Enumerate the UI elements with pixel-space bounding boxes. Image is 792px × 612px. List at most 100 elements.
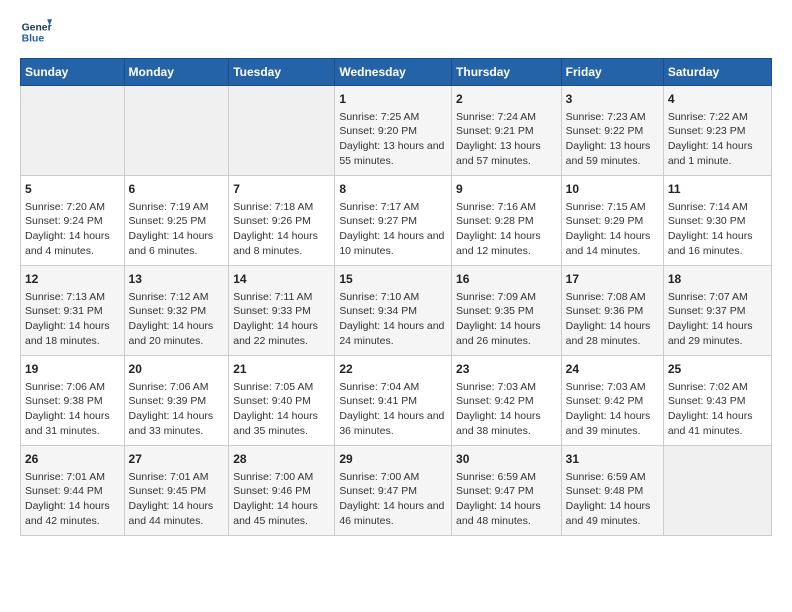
calendar-cell: 5Sunrise: 7:20 AM Sunset: 9:24 PM Daylig… [21, 176, 125, 266]
day-info: Sunrise: 7:25 AM Sunset: 9:20 PM Dayligh… [339, 110, 447, 169]
calendar-cell: 22 Sunrise: 7:04 AM Sunset: 9:41 PM Dayli… [335, 356, 452, 446]
day-info: Sunrise: 7:22 AM Sunset: 9:23 PM Dayligh… [668, 110, 767, 169]
day-info: Sunrise: 7:06 AM Sunset: 9:39 PM Dayligh… [129, 380, 225, 439]
calendar-cell: 4Sunrise: 7:22 AM Sunset: 9:23 PM Daylig… [663, 86, 771, 176]
day-number: 21 [233, 361, 330, 378]
day-number: 11 [668, 181, 767, 198]
calendar-cell: 2 Sunrise: 7:24 AM Sunset: 9:21 PM Daylig… [452, 86, 562, 176]
day-info: Sunrise: 7:17 AM Sunset: 9:27 PM Dayligh… [339, 200, 447, 259]
day-info: Sunrise: 7:02 AM Sunset: 9:43 PM Dayligh… [668, 380, 767, 439]
day-info: Sunrise: 7:13 AM Sunset: 9:31 PM Dayligh… [25, 290, 120, 349]
calendar-cell: 12 Sunrise: 7:13 AM Sunset: 9:31 PM Dayli… [21, 266, 125, 356]
calendar-cell: 31 Sunrise: 6:59 AM Sunset: 9:48 PM Dayli… [561, 446, 663, 536]
calendar-cell: 30 Sunrise: 6:59 AM Sunset: 9:47 PM Dayli… [452, 446, 562, 536]
day-number: 29 [339, 451, 447, 468]
day-number: 27 [129, 451, 225, 468]
day-number: 22 [339, 361, 447, 378]
day-number: 5 [25, 181, 120, 198]
day-info: Sunrise: 7:01 AM Sunset: 9:44 PM Dayligh… [25, 470, 120, 529]
calendar-cell: 29 Sunrise: 7:00 AM Sunset: 9:47 PM Dayli… [335, 446, 452, 536]
day-info: Sunrise: 6:59 AM Sunset: 9:47 PM Dayligh… [456, 470, 557, 529]
calendar-cell [124, 86, 229, 176]
calendar-cell: 8Sunrise: 7:17 AM Sunset: 9:27 PM Daylig… [335, 176, 452, 266]
day-number: 9 [456, 181, 557, 198]
calendar-cell: 23 Sunrise: 7:03 AM Sunset: 9:42 PM Dayli… [452, 356, 562, 446]
svg-text:General: General [22, 22, 52, 33]
day-info: Sunrise: 6:59 AM Sunset: 9:48 PM Dayligh… [566, 470, 659, 529]
calendar-cell: 18 Sunrise: 7:07 AM Sunset: 9:37 PM Dayli… [663, 266, 771, 356]
day-number: 2 [456, 91, 557, 108]
calendar-cell [229, 86, 335, 176]
day-info: Sunrise: 7:12 AM Sunset: 9:32 PM Dayligh… [129, 290, 225, 349]
calendar-cell: 17Sunrise: 7:08 AM Sunset: 9:36 PM Dayli… [561, 266, 663, 356]
day-info: Sunrise: 7:04 AM Sunset: 9:41 PM Dayligh… [339, 380, 447, 439]
day-number: 14 [233, 271, 330, 288]
header-tuesday: Tuesday [229, 59, 335, 86]
calendar-cell: 6 Sunrise: 7:19 AM Sunset: 9:25 PM Daylig… [124, 176, 229, 266]
week-row-3: 12 Sunrise: 7:13 AM Sunset: 9:31 PM Dayli… [21, 266, 772, 356]
day-info: Sunrise: 7:03 AM Sunset: 9:42 PM Dayligh… [456, 380, 557, 439]
calendar-cell: 9 Sunrise: 7:16 AM Sunset: 9:28 PM Daylig… [452, 176, 562, 266]
calendar-cell: 7Sunrise: 7:18 AM Sunset: 9:26 PM Daylig… [229, 176, 335, 266]
day-info: Sunrise: 7:00 AM Sunset: 9:47 PM Dayligh… [339, 470, 447, 529]
day-number: 16 [456, 271, 557, 288]
calendar-cell: 25Sunrise: 7:02 AM Sunset: 9:43 PM Dayli… [663, 356, 771, 446]
header-wednesday: Wednesday [335, 59, 452, 86]
day-number: 30 [456, 451, 557, 468]
day-info: Sunrise: 7:11 AM Sunset: 9:33 PM Dayligh… [233, 290, 330, 349]
calendar-cell: 26Sunrise: 7:01 AM Sunset: 9:44 PM Dayli… [21, 446, 125, 536]
day-info: Sunrise: 7:07 AM Sunset: 9:37 PM Dayligh… [668, 290, 767, 349]
day-info: Sunrise: 7:19 AM Sunset: 9:25 PM Dayligh… [129, 200, 225, 259]
calendar-cell: 10 Sunrise: 7:15 AM Sunset: 9:29 PM Dayli… [561, 176, 663, 266]
week-row-5: 26Sunrise: 7:01 AM Sunset: 9:44 PM Dayli… [21, 446, 772, 536]
day-number: 13 [129, 271, 225, 288]
day-number: 10 [566, 181, 659, 198]
calendar-table: SundayMondayTuesdayWednesdayThursdayFrid… [20, 58, 772, 536]
calendar-cell: 28 Sunrise: 7:00 AM Sunset: 9:46 PM Dayli… [229, 446, 335, 536]
header-thursday: Thursday [452, 59, 562, 86]
calendar-cell: 13 Sunrise: 7:12 AM Sunset: 9:32 PM Dayli… [124, 266, 229, 356]
day-number: 19 [25, 361, 120, 378]
calendar-cell: 15 Sunrise: 7:10 AM Sunset: 9:34 PM Dayli… [335, 266, 452, 356]
calendar-cell: 19 Sunrise: 7:06 AM Sunset: 9:38 PM Dayli… [21, 356, 125, 446]
week-row-4: 19 Sunrise: 7:06 AM Sunset: 9:38 PM Dayli… [21, 356, 772, 446]
svg-text:Blue: Blue [22, 34, 45, 45]
day-number: 31 [566, 451, 659, 468]
calendar-cell [663, 446, 771, 536]
day-info: Sunrise: 7:01 AM Sunset: 9:45 PM Dayligh… [129, 470, 225, 529]
day-number: 18 [668, 271, 767, 288]
day-info: Sunrise: 7:05 AM Sunset: 9:40 PM Dayligh… [233, 380, 330, 439]
week-row-1: 1Sunrise: 7:25 AM Sunset: 9:20 PM Daylig… [21, 86, 772, 176]
day-info: Sunrise: 7:14 AM Sunset: 9:30 PM Dayligh… [668, 200, 767, 259]
calendar-cell: 3 Sunrise: 7:23 AM Sunset: 9:22 PM Daylig… [561, 86, 663, 176]
day-info: Sunrise: 7:00 AM Sunset: 9:46 PM Dayligh… [233, 470, 330, 529]
day-info: Sunrise: 7:03 AM Sunset: 9:42 PM Dayligh… [566, 380, 659, 439]
header-monday: Monday [124, 59, 229, 86]
header-friday: Friday [561, 59, 663, 86]
logo: GeneralBlue [20, 16, 52, 48]
day-info: Sunrise: 7:15 AM Sunset: 9:29 PM Dayligh… [566, 200, 659, 259]
day-info: Sunrise: 7:24 AM Sunset: 9:21 PM Dayligh… [456, 110, 557, 169]
header-saturday: Saturday [663, 59, 771, 86]
day-number: 3 [566, 91, 659, 108]
day-number: 23 [456, 361, 557, 378]
calendar-cell: 21 Sunrise: 7:05 AM Sunset: 9:40 PM Dayli… [229, 356, 335, 446]
day-number: 20 [129, 361, 225, 378]
calendar-header-row: SundayMondayTuesdayWednesdayThursdayFrid… [21, 59, 772, 86]
calendar-cell: 27 Sunrise: 7:01 AM Sunset: 9:45 PM Dayli… [124, 446, 229, 536]
day-info: Sunrise: 7:10 AM Sunset: 9:34 PM Dayligh… [339, 290, 447, 349]
day-number: 12 [25, 271, 120, 288]
calendar-cell: 11 Sunrise: 7:14 AM Sunset: 9:30 PM Dayli… [663, 176, 771, 266]
day-info: Sunrise: 7:06 AM Sunset: 9:38 PM Dayligh… [25, 380, 120, 439]
calendar-cell: 24 Sunrise: 7:03 AM Sunset: 9:42 PM Dayli… [561, 356, 663, 446]
calendar-cell: 20 Sunrise: 7:06 AM Sunset: 9:39 PM Dayli… [124, 356, 229, 446]
day-info: Sunrise: 7:16 AM Sunset: 9:28 PM Dayligh… [456, 200, 557, 259]
day-number: 6 [129, 181, 225, 198]
day-number: 7 [233, 181, 330, 198]
day-number: 15 [339, 271, 447, 288]
day-number: 28 [233, 451, 330, 468]
day-number: 24 [566, 361, 659, 378]
calendar-cell: 1Sunrise: 7:25 AM Sunset: 9:20 PM Daylig… [335, 86, 452, 176]
week-row-2: 5Sunrise: 7:20 AM Sunset: 9:24 PM Daylig… [21, 176, 772, 266]
day-info: Sunrise: 7:23 AM Sunset: 9:22 PM Dayligh… [566, 110, 659, 169]
